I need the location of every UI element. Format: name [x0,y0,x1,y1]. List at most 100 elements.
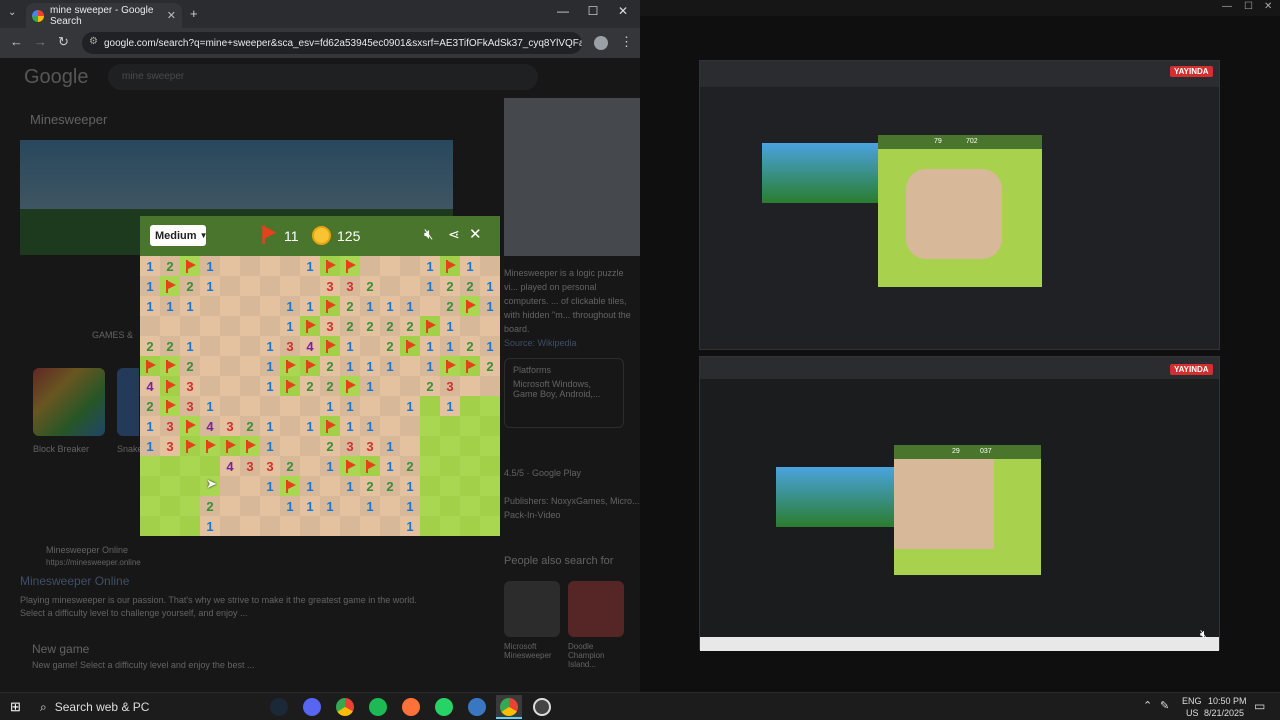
empty-cell[interactable] [260,496,280,516]
lang-primary[interactable]: ENG [1182,696,1202,706]
hidden-cell[interactable] [160,516,180,536]
hidden-cell[interactable] [480,516,500,536]
empty-cell[interactable] [480,376,500,396]
flag-cell[interactable] [420,316,440,336]
number-cell[interactable]: 3 [340,276,360,296]
empty-cell[interactable] [220,356,240,376]
windows-start-icon[interactable]: ⊞ [10,699,21,715]
hidden-cell[interactable] [460,416,480,436]
firefox-icon[interactable] [402,698,420,716]
hidden-cell[interactable] [480,436,500,456]
empty-cell[interactable] [380,416,400,436]
hidden-cell[interactable] [180,496,200,516]
empty-cell[interactable] [200,296,220,316]
number-cell[interactable]: 2 [400,456,420,476]
hidden-cell[interactable] [420,436,440,456]
number-cell[interactable]: 1 [260,336,280,356]
forward-icon[interactable]: → [34,34,47,49]
flag-cell[interactable] [220,436,240,456]
number-cell[interactable]: 1 [300,496,320,516]
number-cell[interactable]: 2 [240,416,260,436]
number-cell[interactable]: 1 [300,476,320,496]
number-cell[interactable]: 1 [400,476,420,496]
result-title-link[interactable]: Minesweeper Online [20,574,129,588]
hidden-cell[interactable] [480,456,500,476]
right-minimize[interactable]: — [1222,1,1232,12]
clock-date[interactable]: 8/21/2025 [1204,708,1244,718]
empty-cell[interactable] [200,316,220,336]
menu-dots-icon[interactable]: ⋮ [620,34,633,50]
empty-cell[interactable] [280,436,300,456]
number-cell[interactable]: 1 [140,436,160,456]
empty-cell[interactable] [280,516,300,536]
number-cell[interactable]: 1 [300,416,320,436]
number-cell[interactable]: 2 [360,476,380,496]
number-cell[interactable]: 1 [320,456,340,476]
hidden-cell[interactable] [440,476,460,496]
hidden-cell[interactable] [160,456,180,476]
empty-cell[interactable] [400,256,420,276]
taskbar-search[interactable]: ⌕ Search web & PC [32,695,262,719]
empty-cell[interactable] [280,276,300,296]
tray-chevron-icon[interactable]: ⌃ [1143,699,1152,712]
empty-cell[interactable] [380,276,400,296]
profile-avatar[interactable] [594,36,608,50]
number-cell[interactable]: 1 [260,356,280,376]
number-cell[interactable]: 1 [360,376,380,396]
flag-cell[interactable] [340,256,360,276]
whatsapp-icon[interactable] [435,698,453,716]
hidden-cell[interactable] [420,476,440,496]
number-cell[interactable]: 3 [340,436,360,456]
empty-cell[interactable] [380,496,400,516]
number-cell[interactable]: 3 [320,276,340,296]
platforms-card[interactable]: Platforms Microsoft Windows, Game Boy, A… [504,358,624,428]
tab-close-icon[interactable]: ✕ [167,9,176,22]
number-cell[interactable]: 1 [400,496,420,516]
hidden-cell[interactable] [460,496,480,516]
number-cell[interactable]: 1 [300,296,320,316]
empty-cell[interactable] [280,396,300,416]
empty-cell[interactable] [400,436,420,456]
flag-cell[interactable] [320,296,340,316]
empty-cell[interactable] [360,256,380,276]
number-cell[interactable]: 2 [360,316,380,336]
number-cell[interactable]: 1 [480,296,500,316]
empty-cell[interactable] [300,456,320,476]
right-close[interactable]: ✕ [1264,1,1272,12]
hidden-cell[interactable] [440,416,460,436]
number-cell[interactable]: 1 [260,476,280,496]
flag-cell[interactable] [200,436,220,456]
number-cell[interactable]: 1 [200,256,220,276]
empty-cell[interactable] [220,336,240,356]
flag-cell[interactable] [160,396,180,416]
empty-cell[interactable] [480,256,500,276]
empty-cell[interactable] [200,356,220,376]
flag-cell[interactable] [460,356,480,376]
empty-cell[interactable] [300,276,320,296]
flag-cell[interactable] [320,416,340,436]
number-cell[interactable]: 2 [320,376,340,396]
number-cell[interactable]: 1 [200,276,220,296]
number-cell[interactable]: 1 [460,256,480,276]
flag-cell[interactable] [300,316,320,336]
empty-cell[interactable] [380,376,400,396]
number-cell[interactable]: 1 [280,296,300,316]
hidden-cell[interactable] [440,516,460,536]
number-cell[interactable]: 1 [340,336,360,356]
share-icon[interactable]: ⋖ [448,226,460,243]
hidden-cell[interactable] [460,436,480,456]
close-game-icon[interactable]: ✕ [469,225,482,243]
flag-cell[interactable] [440,256,460,276]
difficulty-select[interactable]: Medium ▼ [150,225,207,246]
number-cell[interactable]: 1 [160,296,180,316]
empty-cell[interactable] [220,256,240,276]
hidden-cell[interactable] [420,396,440,416]
hidden-cell[interactable] [480,396,500,416]
empty-cell[interactable] [380,256,400,276]
empty-cell[interactable] [180,316,200,336]
right-maximize[interactable]: ☐ [1244,1,1253,12]
number-cell[interactable]: 3 [240,456,260,476]
empty-cell[interactable] [460,316,480,336]
hidden-cell[interactable] [440,456,460,476]
number-cell[interactable]: 2 [320,436,340,456]
